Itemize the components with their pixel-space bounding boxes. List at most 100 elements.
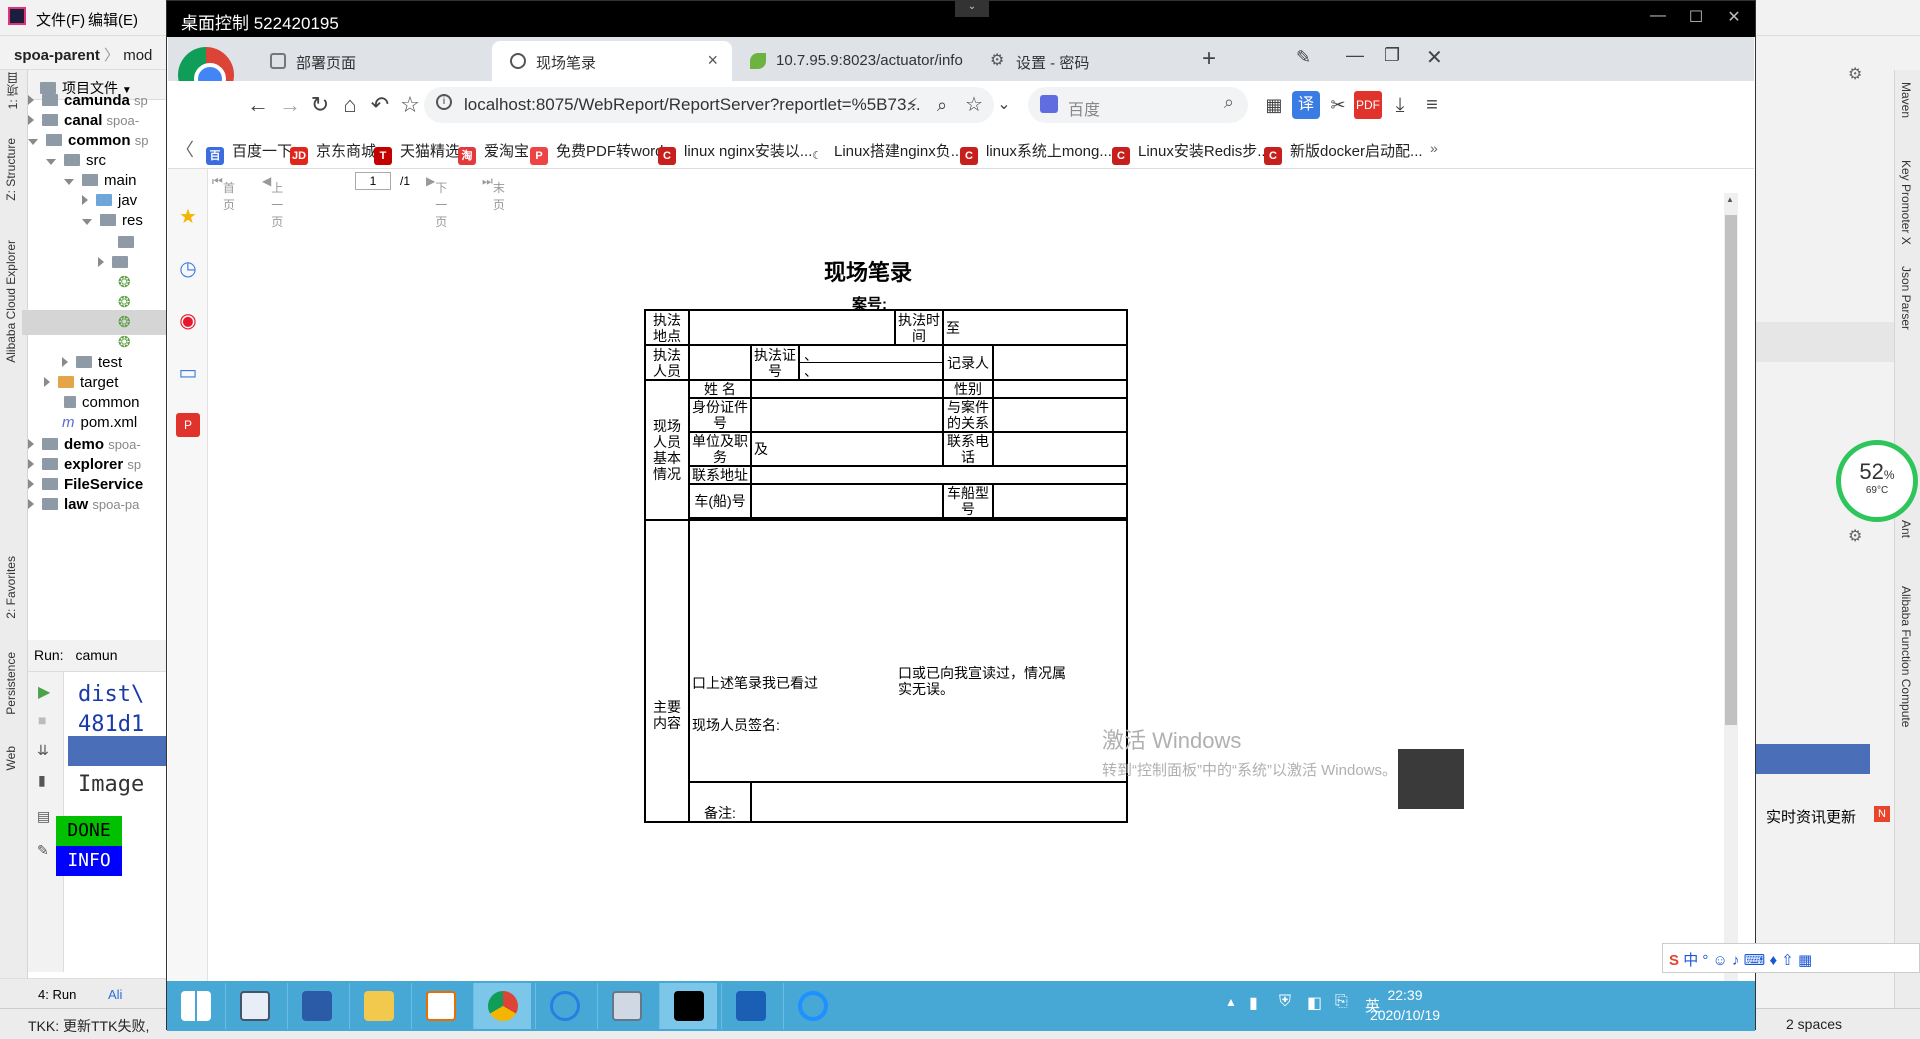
dropdown-tab-icon[interactable]: ⌄ — [955, 1, 989, 17]
favorite-star-icon[interactable]: ☆ — [960, 91, 988, 119]
bookmark-docker[interactable]: C 新版docker启动配... — [1264, 140, 1423, 165]
indent-status[interactable]: 2 spaces — [1786, 1016, 1842, 1032]
first-page-button[interactable]: ⏮ 首页 — [212, 174, 235, 212]
new-tab-button[interactable]: + — [1202, 45, 1216, 73]
page-number-input[interactable] — [355, 172, 391, 190]
scroll-thumb[interactable] — [1725, 215, 1737, 725]
expand-icon[interactable] — [28, 439, 34, 449]
tab-run[interactable]: 4: Run — [38, 987, 76, 1002]
browser-minimize-button[interactable]: — — [1346, 45, 1364, 66]
expand-icon[interactable] — [28, 459, 34, 469]
tree-item-selected[interactable]: ❂ — [22, 310, 166, 335]
collapse-icon[interactable] — [64, 179, 74, 185]
tool-key-promoter[interactable]: Key Promoter X — [1899, 160, 1913, 245]
bookmark-jd[interactable]: JD 京东商城 — [290, 140, 376, 165]
undo-button[interactable]: ↶ — [366, 91, 394, 119]
last-page-button[interactable]: ⏭ 末页 — [482, 174, 505, 212]
maximize-button[interactable]: ☐ — [1681, 7, 1711, 31]
stop-icon[interactable]: ■ — [38, 712, 46, 728]
tool-favorites[interactable]: 2: Favorites — [4, 556, 18, 619]
bookmark-mongo[interactable]: Clinux系统上mong... — [960, 140, 1112, 165]
tool-alibaba-cloud-explorer[interactable]: Alibaba Cloud Explorer — [4, 240, 18, 363]
taskbar-ie[interactable] — [783, 983, 841, 1029]
back-button[interactable]: ← — [244, 91, 272, 119]
taskbar-monitor[interactable] — [597, 983, 655, 1029]
layout-icon[interactable]: ▤ — [37, 808, 50, 825]
card-icon[interactable]: ▭ — [176, 361, 200, 385]
bookmark-nginx-install[interactable]: Clinux nginx安装以... — [658, 140, 812, 165]
translate-icon[interactable]: 译 — [1292, 91, 1320, 119]
browser-restore-button[interactable]: ❐ — [1384, 45, 1400, 66]
taskbar-clock[interactable]: 22:39 2020/10/19 — [1355, 985, 1455, 1025]
pdf-icon[interactable]: PDF — [1354, 91, 1382, 119]
expand-icon[interactable] — [28, 479, 34, 489]
taskbar-chrome[interactable] — [473, 983, 531, 1029]
bookmark-nginx-lb[interactable]: ☾ Linux搭建nginx负... — [808, 140, 963, 165]
taskbar-browser[interactable] — [535, 983, 593, 1029]
tool-structure[interactable]: Z: Structure — [4, 138, 18, 201]
tool-project[interactable]: 1: 项目 — [4, 72, 21, 109]
lightning-icon[interactable]: ⚡ — [898, 91, 926, 119]
expand-icon[interactable] — [82, 195, 88, 205]
tray-chevron-icon[interactable]: ▲ — [1225, 995, 1237, 1009]
zoom-icon[interactable]: ⌕ — [928, 91, 956, 119]
taskbar-server-manager[interactable] — [225, 983, 283, 1029]
tab-active-report[interactable]: 现场笔录 × — [492, 41, 732, 81]
browser-close-button[interactable]: ✕ — [1426, 45, 1443, 70]
scroll-up-icon[interactable]: ▲ — [1726, 195, 1734, 204]
run-config[interactable]: camun — [75, 647, 117, 663]
tray-network-icon[interactable]: ▮ — [1249, 993, 1258, 1013]
bookmark-redis[interactable]: C Linux安装Redis步... — [1112, 140, 1270, 165]
menu-icon[interactable]: ≡ — [1418, 91, 1446, 119]
ime-popup-icon[interactable] — [1398, 749, 1464, 809]
search-input[interactable]: 百度 ⌕ — [1028, 87, 1248, 123]
expand-icon[interactable] — [98, 257, 104, 267]
trash-icon[interactable]: ▮ — [38, 772, 46, 789]
status-message[interactable]: TKK: 更新TTK失败, — [28, 1016, 149, 1036]
notification-text[interactable]: 实时资讯更新 — [1766, 806, 1856, 827]
next-page-button[interactable]: ▶ 下一页 — [426, 174, 447, 229]
tab-settings[interactable]: ⚙ 设置 - 密码 — [972, 41, 1192, 81]
gear-icon[interactable]: ⚙ — [1848, 526, 1862, 546]
taskbar-explorer[interactable] — [349, 983, 407, 1029]
search-icon[interactable]: ⌕ — [1224, 92, 1234, 113]
expand-icon[interactable] — [28, 499, 34, 509]
taskbar-java[interactable] — [411, 983, 469, 1029]
tool-json-parser[interactable]: Json Parser — [1899, 266, 1913, 330]
collapse-icon[interactable] — [28, 139, 38, 145]
tool-persistence[interactable]: Persistence — [4, 652, 18, 715]
cut-icon[interactable]: ✂ — [1324, 91, 1352, 119]
expand-icon[interactable] — [62, 357, 68, 367]
cpu-gauge[interactable]: 52% 69°C — [1836, 440, 1918, 522]
expand-icon[interactable] — [28, 95, 34, 105]
minimize-button[interactable]: — — [1643, 7, 1673, 31]
tray-input-icon[interactable]: ⎘ — [1335, 993, 1348, 1011]
bookmark-star-button[interactable]: ☆ — [396, 91, 424, 119]
tab-deploy-page[interactable]: 部署页面 — [252, 41, 492, 81]
tool-ant[interactable]: Ant — [1899, 520, 1913, 538]
pdf-sidebar-icon[interactable]: P — [176, 413, 200, 437]
pin-icon[interactable]: ✎ — [37, 842, 49, 859]
collapse-icon[interactable] — [82, 219, 92, 225]
bookmark-pdf-word[interactable]: P 免费PDF转word — [530, 140, 664, 165]
home-button[interactable]: ⌂ — [336, 91, 364, 119]
taskbar-terminal[interactable] — [659, 983, 717, 1029]
gear-icon[interactable]: ⚙ — [1848, 64, 1862, 84]
menu-file[interactable]: 文件(F) — [36, 9, 85, 30]
grid-icon[interactable]: ▦ — [1260, 91, 1288, 119]
more-bookmarks-icon[interactable]: » — [1430, 140, 1438, 156]
breadcrumb-root[interactable]: spoa-parent — [14, 47, 100, 64]
tray-volume-icon[interactable]: ◧ — [1307, 993, 1322, 1013]
vertical-scrollbar[interactable]: ▲ — [1724, 193, 1738, 981]
edit-icon[interactable]: ✎ — [1296, 47, 1311, 68]
scroll-to-end-icon[interactable]: ⇊ — [37, 742, 49, 759]
taskbar-powershell[interactable] — [287, 983, 345, 1029]
start-button[interactable] — [167, 983, 225, 1029]
reload-button[interactable]: ↻ — [306, 91, 334, 119]
forward-button[interactable]: → — [276, 91, 304, 119]
tool-alibaba-function-compute[interactable]: Alibaba Function Compute — [1899, 586, 1913, 727]
tab-alibaba[interactable]: Ali — [108, 987, 122, 1002]
expand-icon[interactable] — [28, 115, 34, 125]
bookmark-tmall[interactable]: T 天猫精选 — [374, 140, 460, 165]
history-icon[interactable]: ◷ — [176, 257, 200, 281]
